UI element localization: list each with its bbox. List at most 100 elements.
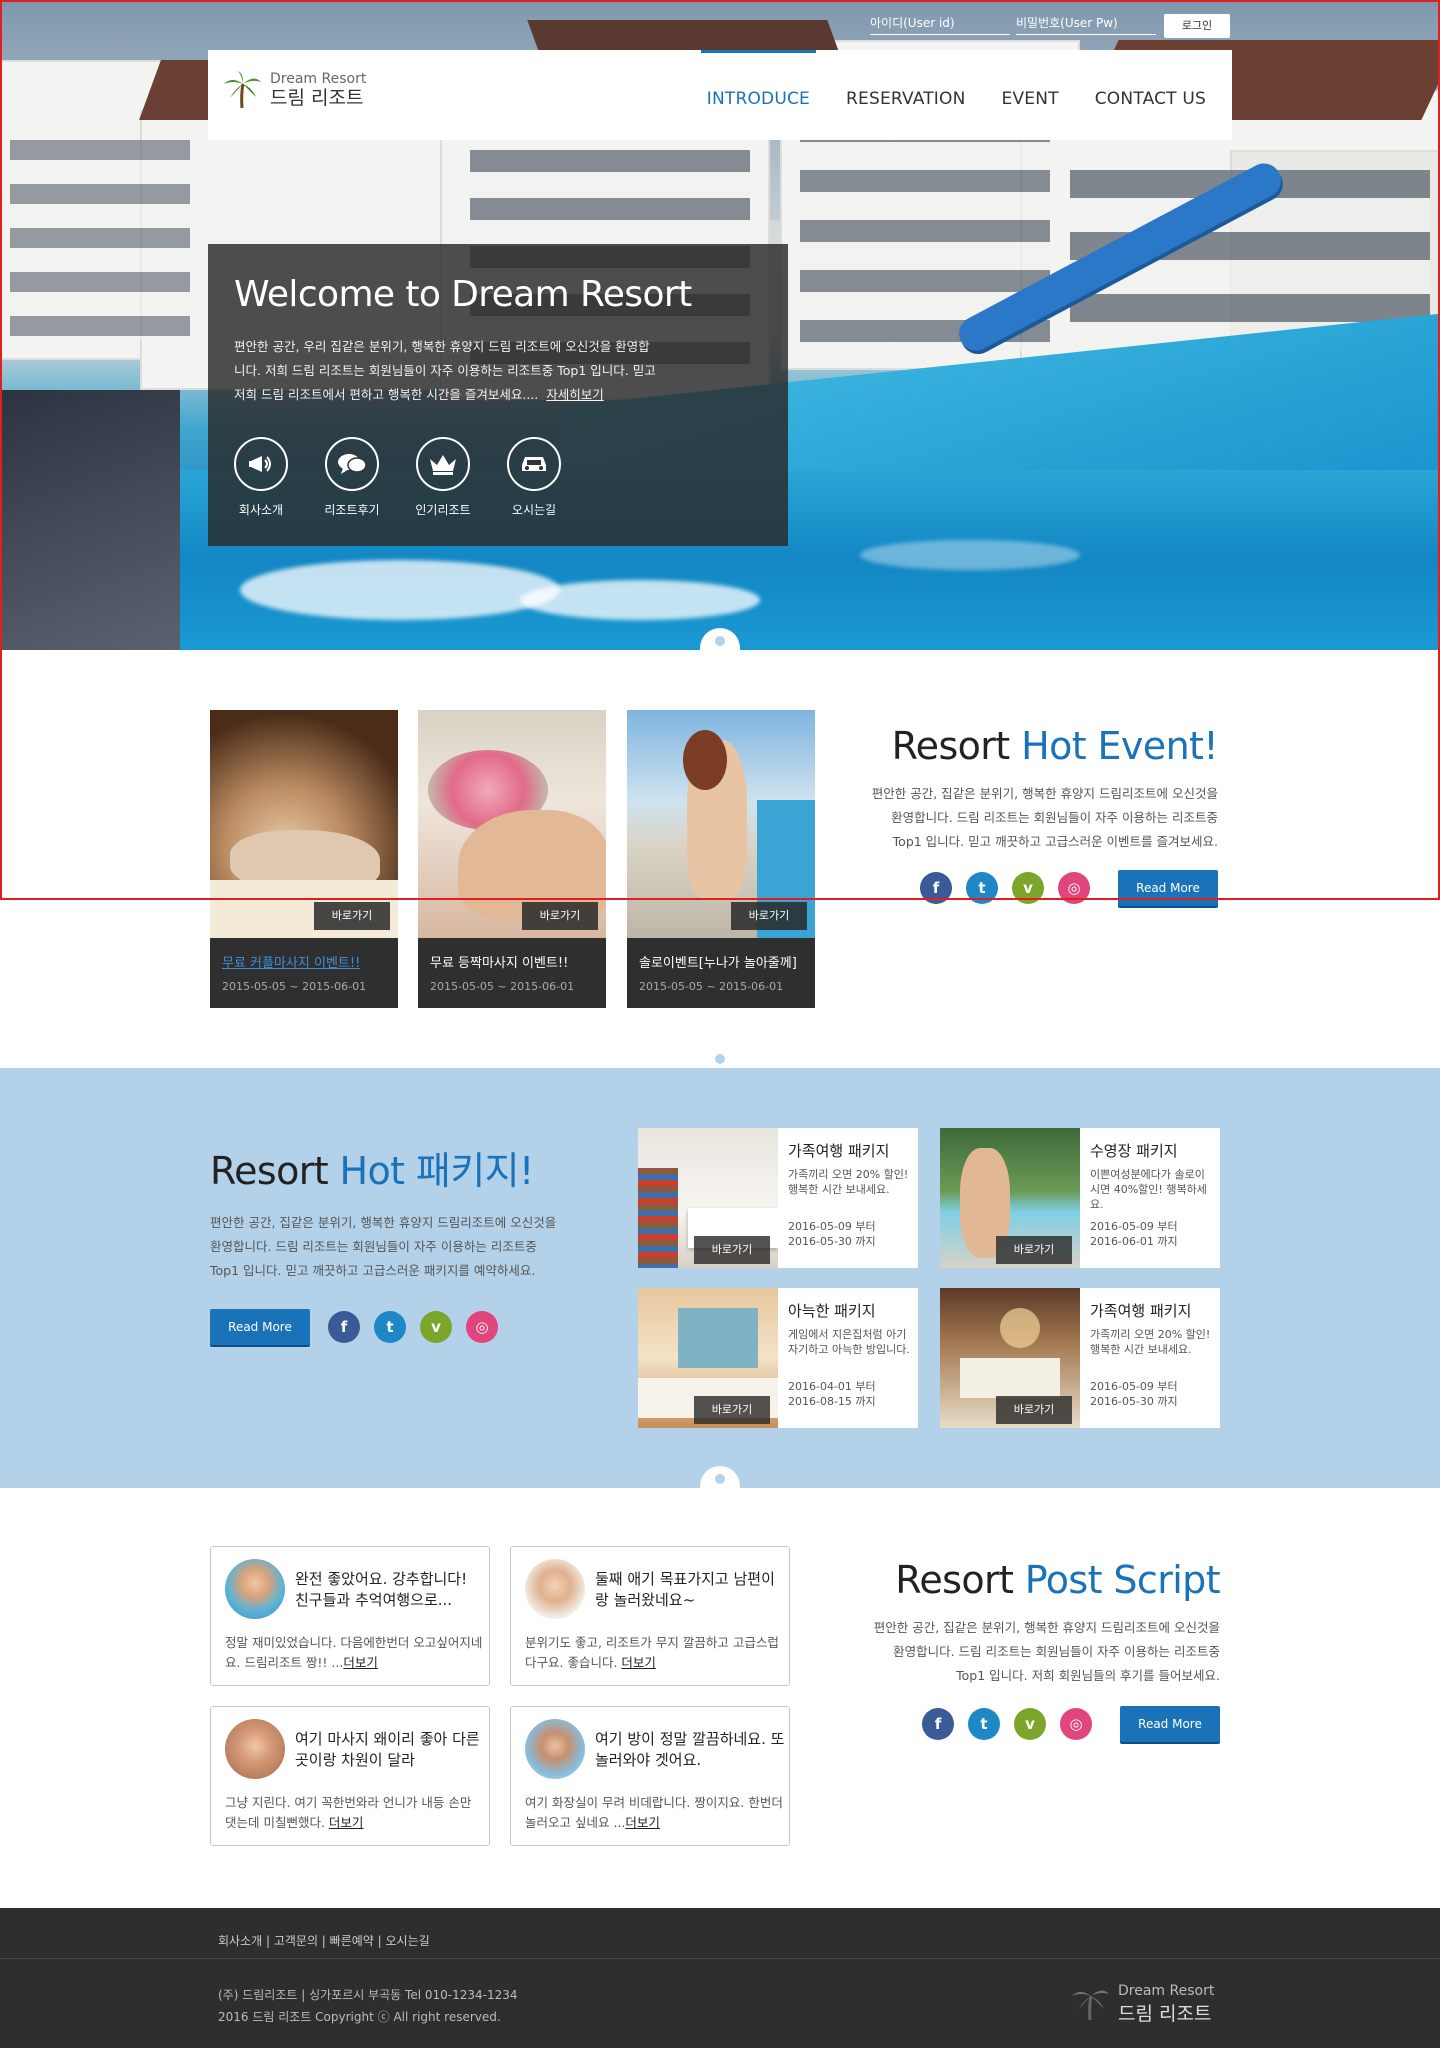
package-card[interactable]: 바로가기 가족여행 패키지 가족끼리 오면 20% 할인! 행복한 시간 보내세… bbox=[638, 1128, 918, 1268]
dribbble-icon[interactable]: ◎ bbox=[1060, 1708, 1092, 1740]
hero-more-link[interactable]: 자세히보기 bbox=[546, 387, 604, 402]
vimeo-icon[interactable]: v bbox=[1014, 1708, 1046, 1740]
login-button[interactable]: 로그인 bbox=[1164, 14, 1230, 38]
menu-reservation[interactable]: RESERVATION bbox=[846, 50, 966, 140]
review-read-more-button[interactable]: Read More bbox=[1120, 1706, 1220, 1742]
event-card-title[interactable]: 무료 커플마사지 이벤트!! bbox=[222, 952, 360, 971]
quick-directions[interactable]: 오시는길 bbox=[507, 437, 561, 518]
facebook-icon[interactable]: f bbox=[922, 1708, 954, 1740]
vimeo-icon[interactable]: v bbox=[420, 1311, 452, 1343]
footer-logo-en: Dream Resort bbox=[1118, 1982, 1215, 1999]
event-card-title[interactable]: 솔로이벤트[누나가 놀아줄께] bbox=[639, 952, 797, 971]
quick-company-label: 회사소개 bbox=[238, 503, 284, 517]
event-read-more-button[interactable]: Read More bbox=[1118, 870, 1218, 906]
menu-event[interactable]: EVENT bbox=[1002, 50, 1059, 140]
quick-company[interactable]: 회사소개 bbox=[234, 437, 288, 518]
user-pw-input[interactable]: 비밀번호(User Pw) bbox=[1016, 14, 1156, 35]
package-name: 수영장 패키지 bbox=[1090, 1142, 1178, 1160]
review-title-heading: Resort Post Script bbox=[820, 1558, 1220, 1602]
dribbble-icon[interactable]: ◎ bbox=[1058, 872, 1090, 904]
footer-logo-ko: 드림 리조트 bbox=[1118, 2002, 1212, 2025]
section-divider bbox=[700, 1046, 740, 1068]
review-desc-line: Top1 입니다. 저희 회원님들의 후기를 들어보세요. bbox=[956, 1668, 1220, 1683]
review-intro: Resort Post Script 편안한 공간, 집같은 분위기, 행복한 … bbox=[820, 1558, 1221, 1742]
package-go-button[interactable]: 바로가기 bbox=[694, 1396, 770, 1424]
event-go-button[interactable]: 바로가기 bbox=[314, 902, 390, 930]
quick-popular-label: 인기리조트 bbox=[415, 503, 471, 517]
package-desc: 이쁜여성분에다가 솔로이시면 40%할인! 행복하세요. bbox=[1090, 1168, 1207, 1211]
review-more-link[interactable]: 더보기 bbox=[343, 1655, 378, 1670]
package-go-button[interactable]: 바로가기 bbox=[694, 1236, 770, 1264]
footer-divider bbox=[0, 1958, 1440, 1959]
event-card-title[interactable]: 무료 등짝마사지 이벤트!! bbox=[430, 952, 568, 971]
event-title-plain: Resort bbox=[891, 724, 1022, 768]
package-actions: Read More f t v ◎ bbox=[210, 1309, 610, 1345]
package-date-start: 2016-05-09 부터 bbox=[788, 1220, 876, 1233]
package-name: 아늑한 패키지 bbox=[788, 1302, 876, 1320]
event-social: f t v ◎ bbox=[920, 872, 1090, 904]
event-card[interactable]: 바로가기 무료 등짝마사지 이벤트!! 2015-05-05 ~ 2015-06… bbox=[418, 710, 606, 1008]
review-body: 정말 재미있었습니다. 다음에한번더 오고싶어지네요. 드림리조트 짱!! ..… bbox=[225, 1633, 483, 1673]
review-card[interactable]: 둘째 애기 목표가지고 남편이랑 놀러왔네요~ 분위기도 좋고, 리조트가 무지… bbox=[510, 1546, 790, 1686]
review-body: 분위기도 좋고, 리조트가 무지 깔끔하고 고급스럽다구요. 좋습니다. 더보기 bbox=[525, 1633, 783, 1673]
facebook-icon[interactable]: f bbox=[328, 1311, 360, 1343]
main-menu: INTRODUCE RESERVATION EVENT CONTACT US bbox=[700, 50, 1206, 140]
footer-links[interactable]: 회사소개 | 고객문의 | 빠른예약 | 오시는길 bbox=[218, 1932, 430, 1949]
hero-desc-line: 저희 드림 리조트에서 편하고 행복한 시간을 즐겨보세요.... bbox=[234, 387, 539, 402]
package-card[interactable]: 바로가기 가족여행 패키지 가족끼리 오면 20% 할인! 행복한 시간 보내세… bbox=[940, 1288, 1220, 1428]
package-card[interactable]: 바로가기 수영장 패키지 이쁜여성분에다가 솔로이시면 40%할인! 행복하세요… bbox=[940, 1128, 1220, 1268]
palm-logo-icon bbox=[222, 70, 262, 110]
package-dates: 2016-05-09 부터 2016-05-30 까지 bbox=[1090, 1379, 1214, 1409]
site-logo[interactable]: Dream Resort 드림 리조트 bbox=[222, 70, 366, 110]
package-title-highlight: Hot 패키지! bbox=[339, 1149, 535, 1193]
twitter-icon[interactable]: t bbox=[968, 1708, 1000, 1740]
menu-contact-us[interactable]: CONTACT US bbox=[1095, 50, 1206, 140]
package-go-button[interactable]: 바로가기 bbox=[996, 1396, 1072, 1424]
event-desc-line: 편안한 공간, 집같은 분위기, 행복한 휴양지 드림리조트에 오신것을 bbox=[871, 786, 1218, 801]
event-title-highlight: Hot Event! bbox=[1021, 724, 1219, 768]
package-info: 가족여행 패키지 가족끼리 오면 20% 할인! 행복한 시간 보내세요. 20… bbox=[788, 1140, 912, 1249]
facebook-icon[interactable]: f bbox=[920, 872, 952, 904]
quick-links: 회사소개 리조트후기 인기리조트 오시는길 bbox=[234, 437, 762, 518]
package-go-button[interactable]: 바로가기 bbox=[996, 1236, 1072, 1264]
review-card[interactable]: 여기 마사지 왜이리 좋아 다른곳이랑 차원이 달라 그냥 지린다. 여기 꼭한… bbox=[210, 1706, 490, 1846]
review-title: 여기 방이 정말 깔끔하네요. 또 놀러와야 겟어요. bbox=[595, 1730, 785, 1769]
event-go-button[interactable]: 바로가기 bbox=[731, 902, 807, 930]
review-description: 편안한 공간, 집같은 분위기, 행복한 휴양지 드림리조트에 오신것을 환영합… bbox=[820, 1616, 1220, 1688]
package-read-more-button[interactable]: Read More bbox=[210, 1309, 310, 1345]
dribbble-icon[interactable]: ◎ bbox=[466, 1311, 498, 1343]
event-go-button[interactable]: 바로가기 bbox=[522, 902, 598, 930]
package-desc-line: 편안한 공간, 집같은 분위기, 행복한 휴양지 드림리조트에 오신것을 bbox=[210, 1215, 557, 1230]
vimeo-icon[interactable]: v bbox=[1012, 872, 1044, 904]
package-description: 편안한 공간, 집같은 분위기, 행복한 휴양지 드림리조트에 오신것을 환영합… bbox=[210, 1211, 610, 1283]
event-intro: Resort Hot Event! 편안한 공간, 집같은 분위기, 행복한 휴… bbox=[840, 724, 1219, 906]
twitter-icon[interactable]: t bbox=[374, 1311, 406, 1343]
package-date-end: 2016-06-01 까지 bbox=[1090, 1235, 1178, 1248]
car-icon bbox=[507, 437, 561, 491]
event-card[interactable]: 바로가기 솔로이벤트[누나가 놀아줄께] 2015-05-05 ~ 2015-0… bbox=[627, 710, 815, 1008]
twitter-icon[interactable]: t bbox=[966, 872, 998, 904]
quick-review[interactable]: 리조트후기 bbox=[324, 437, 380, 518]
hero-desc-line: 편안한 공간, 우리 집같은 분위기, 행복한 휴양지 드림 리조트에 오신것을… bbox=[234, 339, 650, 354]
event-card[interactable]: 바로가기 무료 커플마사지 이벤트!! 2015-05-05 ~ 2015-06… bbox=[210, 710, 398, 1008]
megaphone-icon bbox=[234, 437, 288, 491]
review-more-link[interactable]: 더보기 bbox=[621, 1655, 656, 1670]
hero-desc-line: 니다. 저희 드림 리조트는 회원님들이 자주 이용하는 리조트중 Top1 입… bbox=[234, 363, 656, 378]
user-id-input[interactable]: 아이디(User id) bbox=[870, 14, 1010, 35]
footer-logo: Dream Resort 드림 리조트 bbox=[1070, 1982, 1214, 2026]
package-dates: 2016-05-09 부터 2016-05-30 까지 bbox=[788, 1219, 912, 1249]
quick-popular[interactable]: 인기리조트 bbox=[415, 437, 471, 518]
menu-introduce[interactable]: INTRODUCE bbox=[700, 50, 817, 140]
package-desc: 가족끼리 오면 20% 할인! 행복한 시간 보내세요. bbox=[1090, 1328, 1211, 1356]
package-desc: 게임에서 지은집처럼 아기자기하고 아늑한 방입니다. bbox=[788, 1328, 910, 1356]
review-card[interactable]: 여기 방이 정말 깔끔하네요. 또 놀러와야 겟어요. 여기 화장실이 무려 비… bbox=[510, 1706, 790, 1846]
event-actions: f t v ◎ Read More bbox=[840, 870, 1218, 906]
review-more-link[interactable]: 더보기 bbox=[329, 1815, 364, 1830]
logo-text-ko: 드림 리조트 bbox=[270, 87, 364, 109]
review-card[interactable]: 완전 좋았어요. 강추합니다! 친구들과 추억여행으로... 정말 재미있었습니… bbox=[210, 1546, 490, 1686]
review-more-link[interactable]: 더보기 bbox=[625, 1815, 660, 1830]
package-desc-line: 환영합니다. 드림 리조트는 회원님들이 자주 이용하는 리조트중 bbox=[210, 1239, 537, 1254]
package-card[interactable]: 바로가기 아늑한 패키지 게임에서 지은집처럼 아기자기하고 아늑한 방입니다.… bbox=[638, 1288, 918, 1428]
hero-title: Welcome to Dream Resort bbox=[234, 274, 692, 315]
package-info: 수영장 패키지 이쁜여성분에다가 솔로이시면 40%할인! 행복하세요. 201… bbox=[1090, 1140, 1214, 1249]
